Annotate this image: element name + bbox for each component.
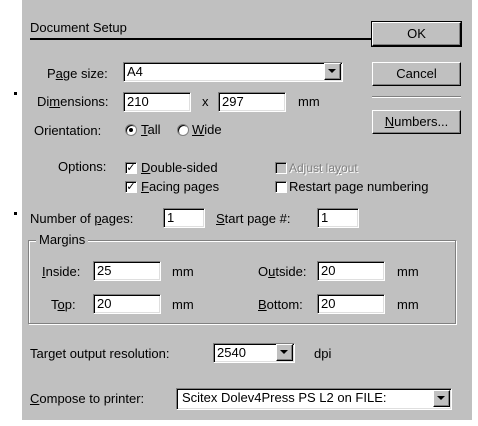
dimensions-separator: x [202,94,209,109]
resolution-value: 2540 [217,345,246,360]
top-input[interactable]: 20 [93,294,161,314]
chevron-down-icon[interactable] [433,390,450,407]
adjust-layout-checkbox[interactable] [275,162,287,174]
margins-title: Margins [36,232,89,248]
top-unit: mm [172,297,194,312]
resolution-select[interactable]: 2540 [213,343,295,363]
number-of-pages-label: Number of pages: [30,211,134,226]
printer-select[interactable]: Scitex Dolev4Press PS L2 on FILE: [176,388,452,410]
resolution-unit: dpi [314,346,332,361]
radio-wide-label[interactable]: Wide [192,122,222,138]
margin-mark [14,212,17,215]
document-setup-dialog: Document Setup OK Cancel Numbers... Page… [22,0,472,420]
bottom-input[interactable]: 20 [317,294,385,314]
radio-wide[interactable] [177,124,189,136]
height-input[interactable]: 297 [218,92,286,112]
numbers-label: umbers... [394,114,449,129]
outside-input[interactable]: 20 [317,261,385,281]
numbers-button[interactable]: Numbers... [372,110,461,134]
start-page-label: Start page #: [216,211,291,226]
cancel-button[interactable]: Cancel [372,62,461,86]
chevron-down-icon[interactable] [324,63,341,80]
page-size-value: A4 [127,64,143,79]
adjust-layout-label[interactable]: Adjust layout [289,160,358,176]
radio-tall[interactable] [125,124,137,136]
resolution-label: Target output resolution: [30,346,170,361]
facing-pages-checkbox[interactable]: ✓ [125,181,137,193]
numbers-label-n: N [384,114,395,129]
dialog-title: Document Setup [30,20,127,35]
top-label: Top: [51,297,76,312]
chevron-down-icon[interactable] [276,344,293,361]
inside-label: Inside: [42,264,81,279]
radio-tall-label[interactable]: Tall [141,122,161,138]
orientation-label: Orientation: [34,123,102,138]
dimensions-unit: mm [298,94,320,109]
inside-input[interactable]: 25 [93,261,161,281]
title-underline [30,38,380,40]
page-size-select[interactable]: A4 [123,62,343,82]
facing-pages-label[interactable]: Facing pages [141,179,219,195]
printer-value: Scitex Dolev4Press PS L2 on FILE: [182,390,387,405]
outside-label: Outside: [258,264,307,279]
button-separator [372,96,461,98]
bottom-unit: mm [397,297,419,312]
start-page-input[interactable]: 1 [317,208,359,228]
inside-unit: mm [172,264,194,279]
double-sided-checkbox[interactable]: ✓ [125,162,137,174]
restart-numbering-label[interactable]: Restart page numbering [289,179,428,195]
number-of-pages-input[interactable]: 1 [163,208,205,228]
outside-unit: mm [397,264,419,279]
options-label: Options: [58,159,107,174]
restart-numbering-checkbox[interactable] [275,181,287,193]
bottom-label: Bottom: [258,297,303,312]
dimensions-label: Dimensions: [37,94,109,109]
radio-selected-dot [129,128,133,132]
width-input[interactable]: 210 [123,92,191,112]
printer-label: Compose to printer: [30,391,145,406]
margin-mark [14,92,17,95]
double-sided-label[interactable]: Double-sided [141,160,218,176]
ok-button[interactable]: OK [371,21,462,47]
page-size-label: Page size: [47,66,108,81]
